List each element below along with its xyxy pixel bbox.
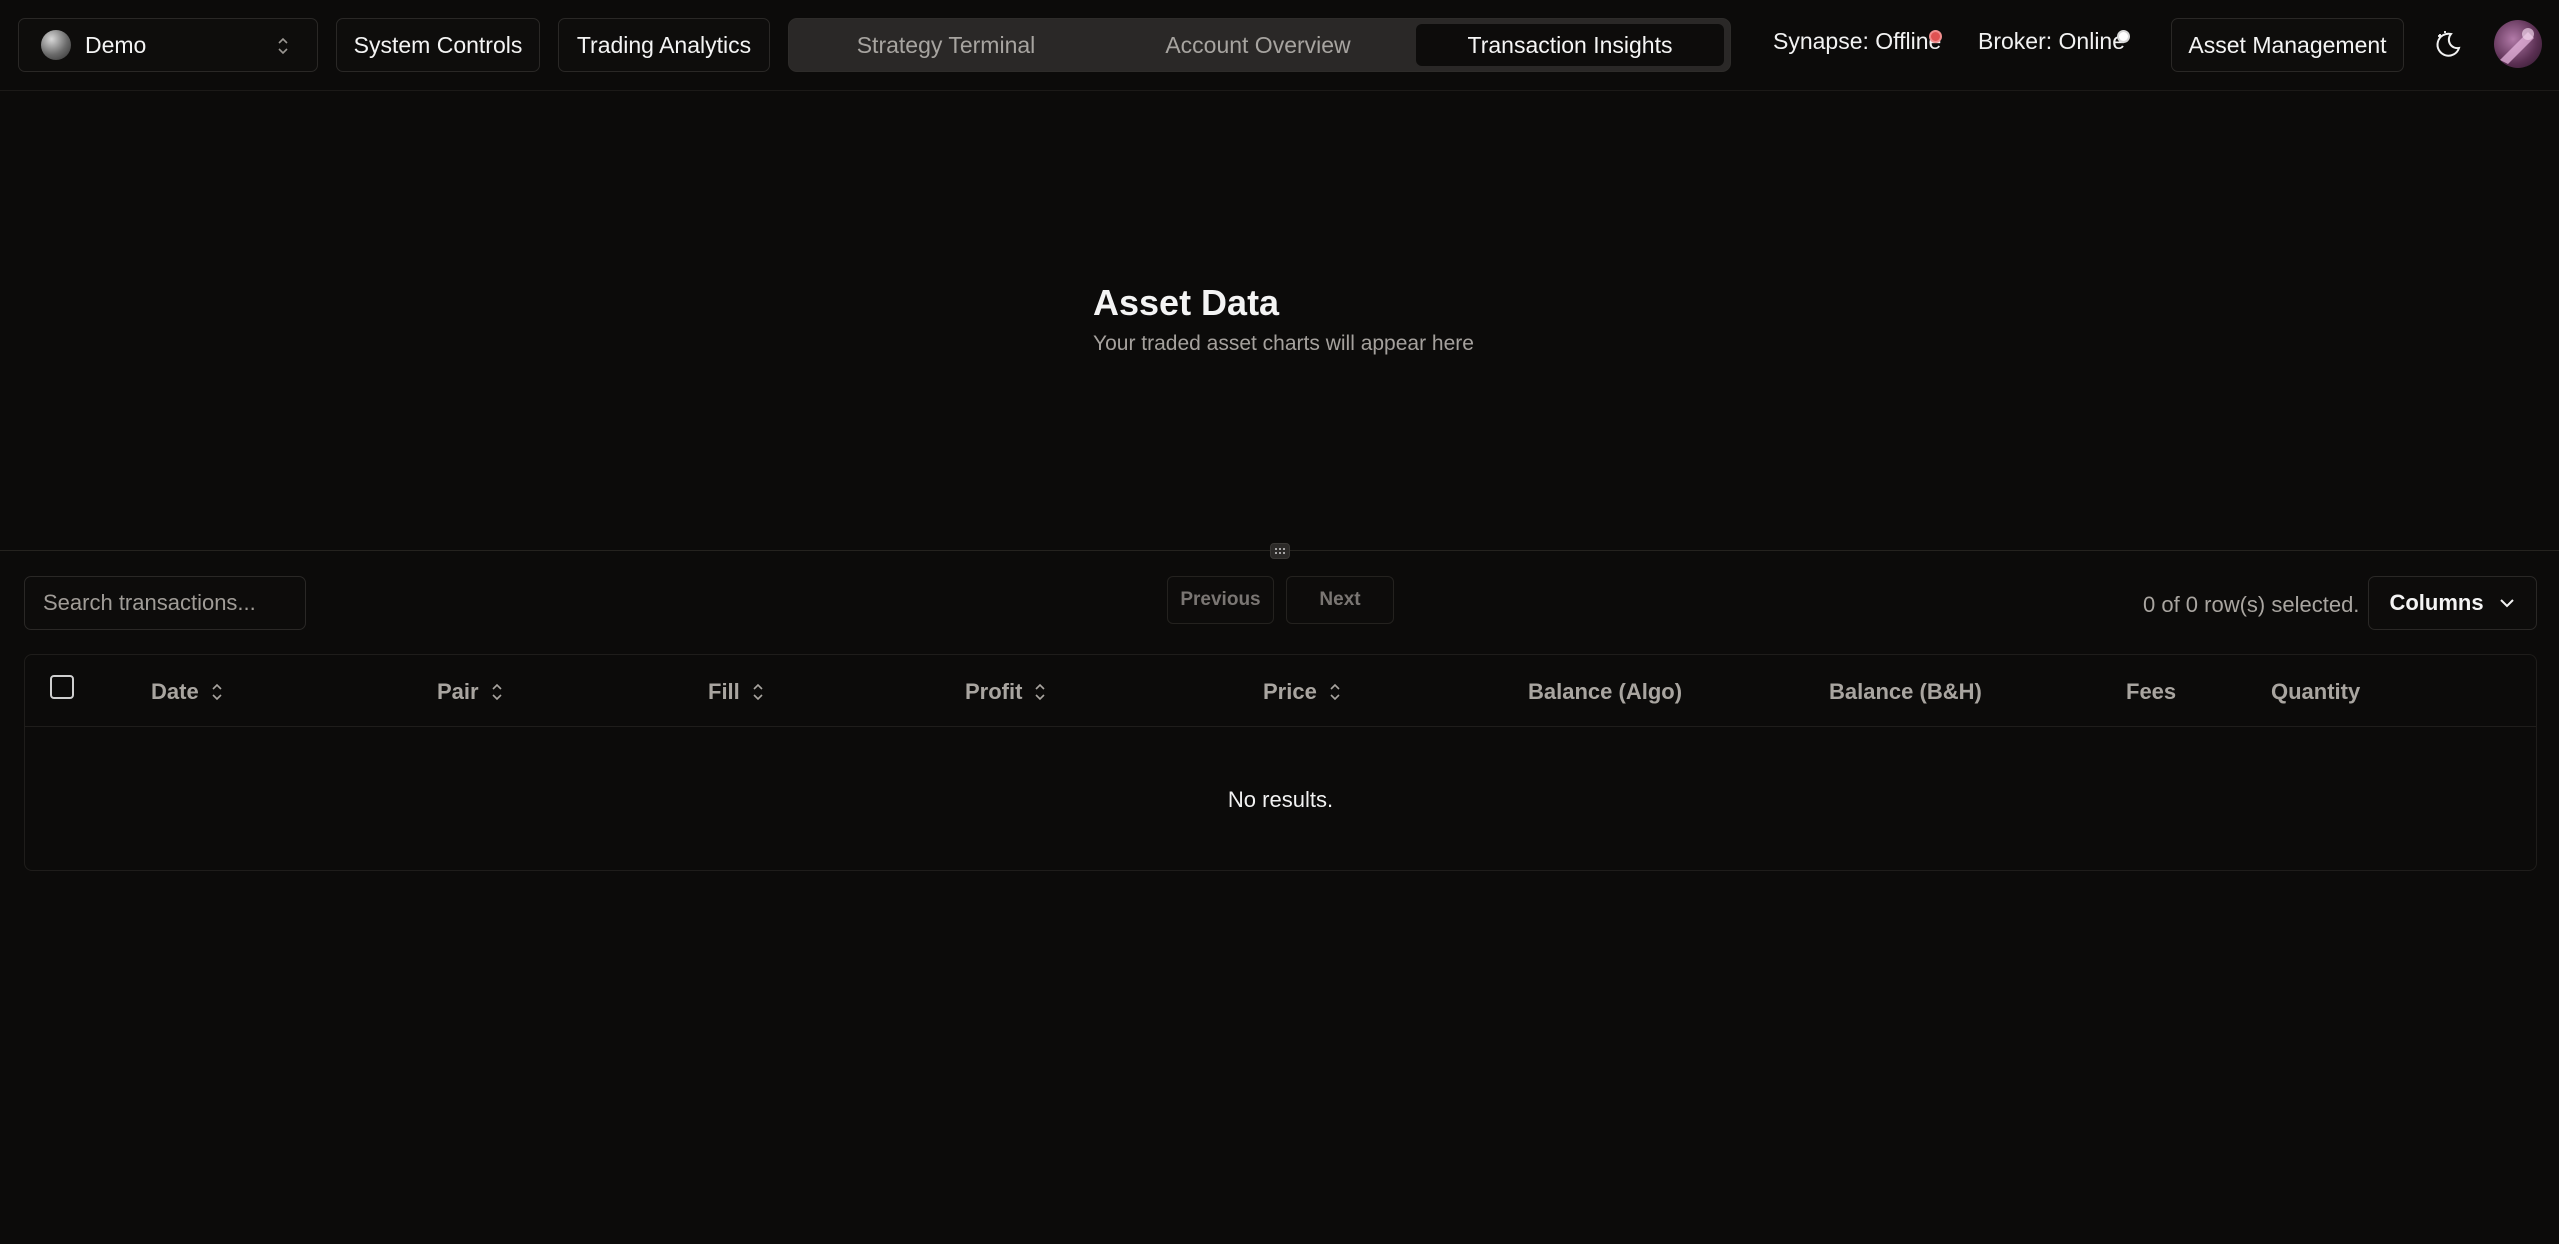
sort-icon — [212, 683, 222, 701]
orb-icon — [41, 30, 71, 60]
chevron-up-down-icon — [278, 37, 288, 55]
column-header-profit[interactable]: Profit — [965, 679, 1046, 705]
next-button[interactable]: Next — [1286, 576, 1394, 624]
trading-analytics-button[interactable]: Trading Analytics — [558, 18, 770, 72]
search-input[interactable] — [24, 576, 306, 630]
column-label: Balance (Algo) — [1528, 679, 1683, 704]
column-label: Price — [1263, 679, 1317, 704]
synapse-status-dot — [1929, 30, 1942, 43]
synapse-status: Synapse: Offline — [1773, 28, 1942, 54]
sort-icon — [1330, 683, 1340, 701]
view-tabs: Strategy Terminal Account Overview Trans… — [788, 18, 1731, 72]
top-navigation-bar: Demo System Controls Trading Analytics S… — [0, 0, 2559, 91]
tab-transaction-insights[interactable]: Transaction Insights — [1416, 24, 1724, 66]
column-label: Date — [151, 679, 199, 704]
page-subtitle: Your traded asset charts will appear her… — [1093, 332, 1474, 355]
transactions-table: Date Pair Fill Profit Price Balance (Alg… — [24, 654, 2537, 871]
column-label: Quantity — [2271, 679, 2361, 704]
asset-management-button[interactable]: Asset Management — [2171, 18, 2404, 72]
avatar-image — [2500, 28, 2534, 64]
column-header-balance-algo: Balance (Algo) — [1528, 679, 1682, 705]
tab-strategy-terminal[interactable]: Strategy Terminal — [797, 24, 1095, 66]
page-title: Asset Data — [1093, 282, 1280, 323]
workspace-selector[interactable]: Demo — [18, 18, 318, 72]
column-header-pair[interactable]: Pair — [437, 679, 503, 705]
resize-handle[interactable] — [1270, 543, 1290, 559]
columns-label: Columns — [2389, 590, 2484, 615]
sort-icon — [1035, 683, 1046, 701]
system-controls-button[interactable]: System Controls — [336, 18, 540, 72]
column-header-fees: Fees — [2126, 679, 2176, 705]
columns-dropdown-button[interactable]: Columns — [2368, 576, 2537, 630]
column-label: Fill — [708, 679, 740, 704]
broker-status: Broker: Online — [1978, 28, 2126, 54]
broker-status-dot — [2117, 30, 2130, 43]
avatar[interactable] — [2494, 20, 2542, 68]
sort-icon — [753, 683, 763, 701]
moon-icon[interactable] — [2432, 28, 2464, 60]
previous-button[interactable]: Previous — [1167, 576, 1274, 624]
column-header-date[interactable]: Date — [151, 679, 223, 705]
column-header-price[interactable]: Price — [1263, 679, 1341, 705]
column-header-quantity: Quantity — [2271, 679, 2360, 705]
workspace-label: Demo — [85, 31, 147, 58]
tab-account-overview[interactable]: Account Overview — [1109, 24, 1407, 66]
column-header-fill[interactable]: Fill — [708, 679, 764, 705]
selection-count: 0 of 0 row(s) selected. — [2143, 592, 2360, 617]
sort-icon — [492, 683, 502, 701]
column-label: Pair — [437, 679, 479, 704]
column-label: Fees — [2126, 679, 2177, 704]
empty-state: No results. — [1227, 787, 1334, 812]
column-label: Profit — [965, 679, 1023, 704]
table-header: Date Pair Fill Profit Price Balance (Alg… — [25, 655, 2536, 727]
chevron-down-icon — [2499, 599, 2514, 608]
column-label: Balance (B&H) — [1829, 679, 1982, 704]
select-all-checkbox[interactable] — [50, 675, 74, 699]
grip-icon — [1275, 548, 1285, 554]
column-header-balance-bh: Balance (B&H) — [1829, 679, 1982, 705]
